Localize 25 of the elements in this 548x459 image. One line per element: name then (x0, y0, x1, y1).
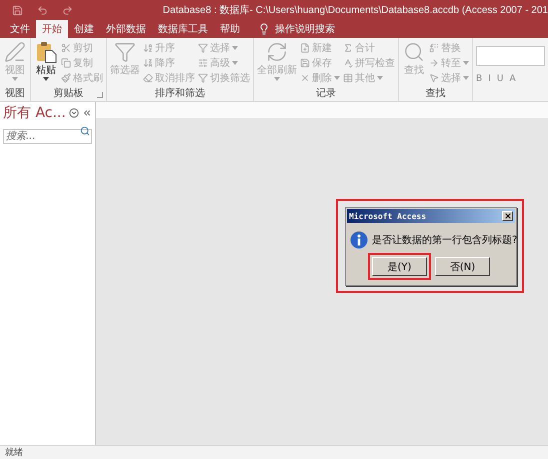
ribbon-tab[interactable]: 外部数据 (100, 20, 152, 38)
group-label: 查找 (426, 87, 446, 101)
dialog-button[interactable]: 是(Y) (372, 257, 427, 276)
format-button[interactable]: U (496, 74, 504, 84)
window-title: Database8 : 数据库- C:\Users\huang\Documents\Database8.accdb (Access 2007 - 201 (162, 4, 548, 17)
group-label: 剪贴板 (54, 87, 84, 101)
ribbon-large-button[interactable]: 粘贴 (33, 41, 59, 87)
format-button[interactable]: B (476, 74, 482, 84)
format-button[interactable]: A (509, 74, 516, 84)
group-label: 视图 (5, 87, 25, 101)
ribbon-tab[interactable]: 开始 (36, 20, 68, 38)
status-text: 就绪 (5, 446, 23, 459)
search-field[interactable]: 搜索... (3, 129, 92, 144)
nav-pane-title[interactable]: 所有 Ac... (3, 104, 66, 122)
ribbon-tab[interactable]: 创建 (68, 20, 100, 38)
tell-me-search[interactable]: 操作说明搜索 (275, 22, 335, 36)
group-label: 排序和筛选 (155, 87, 205, 101)
dialog-button[interactable]: 否(N) (435, 257, 490, 276)
ribbon-tab[interactable]: 数据库工具 (152, 20, 214, 38)
dialog-title: Microsoft Access (349, 212, 426, 220)
format-button[interactable]: I (488, 74, 491, 84)
dialog-message: 是否让数据的第一行包含列标题? (372, 234, 518, 247)
ribbon-tab[interactable]: 帮助 (214, 20, 246, 38)
group-label: 记录 (316, 87, 336, 101)
ribbon-tab[interactable]: 文件 (4, 20, 36, 38)
